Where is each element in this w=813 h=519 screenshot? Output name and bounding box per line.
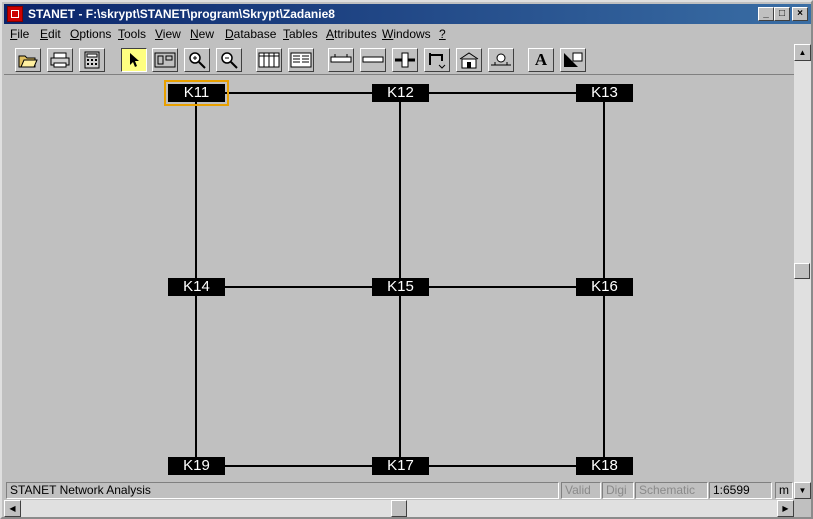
scroll-right-button[interactable]: ▶ — [777, 500, 794, 517]
print-icon[interactable] — [47, 48, 73, 72]
status-mode: Schematic — [635, 482, 708, 499]
valve-icon[interactable] — [392, 48, 418, 72]
status-message: STANET Network Analysis — [6, 482, 559, 499]
window-title: STANET - F:\skrypt\STANET\program\Skrypt… — [28, 7, 335, 21]
menu-new[interactable]: New — [190, 27, 214, 41]
zoom-out-icon[interactable] — [216, 48, 242, 72]
scroll-left-button[interactable]: ◀ — [4, 500, 21, 517]
menu-view[interactable]: View — [155, 27, 181, 41]
text-tool-icon[interactable]: A — [528, 48, 554, 72]
pipe-icon[interactable] — [328, 48, 354, 72]
scroll-up-button[interactable]: ▲ — [794, 44, 811, 61]
map-icon[interactable] — [152, 48, 178, 72]
menu-attributes[interactable]: Attributes — [326, 27, 377, 41]
status-unit: m — [775, 482, 793, 499]
network-node-k15[interactable]: K15 — [372, 278, 429, 296]
network-node-k14[interactable]: K14 — [168, 278, 225, 296]
form-icon[interactable] — [288, 48, 314, 72]
zoom-in-icon[interactable] — [184, 48, 210, 72]
status-scale: 1:6599 — [709, 482, 772, 499]
network-canvas[interactable]: K11 K12 K13 K14 K15 K16 K19 K17 K18 — [4, 74, 794, 480]
segment-icon[interactable] — [360, 48, 386, 72]
fill-tool-icon[interactable] — [560, 48, 586, 72]
network-node-k16[interactable]: K16 — [576, 278, 633, 296]
menu-database[interactable]: Database — [225, 27, 276, 41]
building-icon[interactable] — [456, 48, 482, 72]
application-window: STANET - F:\skrypt\STANET\program\Skrypt… — [0, 0, 813, 519]
pump-icon[interactable] — [488, 48, 514, 72]
horizontal-scroll-thumb[interactable] — [391, 500, 407, 517]
title-bar[interactable]: STANET - F:\skrypt\STANET\program\Skrypt… — [4, 4, 811, 24]
menu-edit[interactable]: Edit — [40, 27, 61, 41]
menu-windows[interactable]: Windows — [382, 27, 431, 41]
menu-file[interactable]: File — [10, 27, 29, 41]
menu-tables[interactable]: Tables — [283, 27, 318, 41]
network-node-k13[interactable]: K13 — [576, 84, 633, 102]
network-node-k17[interactable]: K17 — [372, 457, 429, 475]
network-node-k11[interactable]: K11 — [164, 80, 229, 106]
scrollbar-corner — [794, 500, 811, 517]
menu-options[interactable]: Options — [70, 27, 111, 41]
horizontal-scrollbar[interactable]: ◀ ▶ — [4, 500, 794, 517]
network-node-k18[interactable]: K18 — [576, 457, 633, 475]
toolbar: A — [4, 44, 794, 74]
vertical-scroll-thumb[interactable] — [794, 263, 810, 279]
network-node-k19[interactable]: K19 — [168, 457, 225, 475]
table-icon[interactable] — [256, 48, 282, 72]
status-digi: Digi — [602, 482, 634, 499]
maximize-button[interactable]: □ — [774, 7, 790, 21]
status-bar: STANET Network Analysis Valid Digi Schem… — [4, 481, 811, 500]
vertical-scrollbar[interactable]: ▲ ▼ — [794, 44, 811, 499]
network-node-k12[interactable]: K12 — [372, 84, 429, 102]
open-icon[interactable] — [15, 48, 41, 72]
minimize-button[interactable]: _ — [758, 7, 774, 21]
menu-tools[interactable]: Tools — [118, 27, 146, 41]
app-icon[interactable] — [7, 6, 23, 22]
select-arrow-icon[interactable] — [121, 48, 147, 72]
menu-help[interactable]: ? — [439, 27, 446, 41]
close-button[interactable]: × — [792, 7, 808, 21]
tap-icon[interactable] — [424, 48, 450, 72]
menu-bar: File Edit Options Tools View New Databas… — [4, 24, 811, 44]
status-valid: Valid — [561, 482, 601, 499]
calculator-icon[interactable] — [79, 48, 105, 72]
